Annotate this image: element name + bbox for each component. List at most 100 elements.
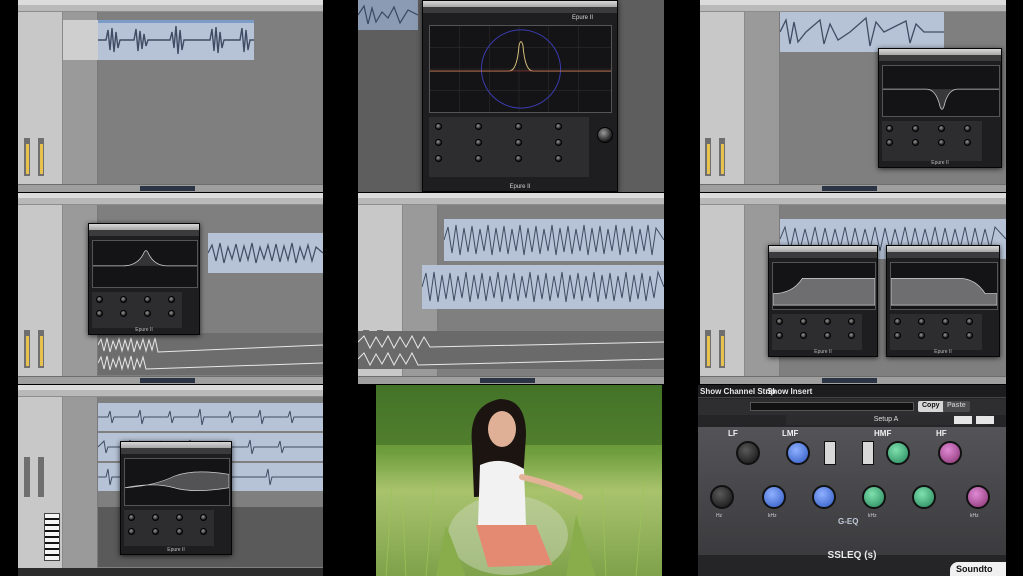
knob[interactable] [435, 139, 442, 146]
knob[interactable] [848, 318, 855, 325]
copy-button[interactable]: Copy [918, 401, 944, 412]
plugin-window[interactable]: Epure II [88, 223, 200, 335]
knob[interactable] [555, 155, 562, 162]
output-gain-knob[interactable] [597, 127, 613, 143]
knob[interactable] [942, 318, 949, 325]
piano-keyboard[interactable] [44, 513, 60, 561]
hmf-freq-knob[interactable] [862, 485, 886, 509]
knob[interactable] [966, 332, 973, 339]
plugin-controls-bar[interactable] [89, 230, 199, 236]
knob[interactable] [555, 123, 562, 130]
lf-gain-knob[interactable] [736, 441, 760, 465]
knob[interactable] [555, 139, 562, 146]
audio-region[interactable] [358, 331, 664, 369]
knob[interactable] [475, 139, 482, 146]
audio-region[interactable] [780, 12, 944, 52]
plugin-window[interactable]: Epure II [886, 245, 1000, 357]
toolbar[interactable] [18, 198, 323, 205]
hf-freq-knob[interactable] [966, 485, 990, 509]
knob[interactable] [776, 318, 783, 325]
eq-graph[interactable] [890, 262, 998, 310]
plugin-window[interactable]: Epure II [878, 48, 1002, 168]
knob[interactable] [168, 296, 175, 303]
audio-region[interactable] [358, 0, 418, 30]
hmf-q-knob[interactable] [912, 485, 936, 509]
hf-gain-knob[interactable] [938, 441, 962, 465]
knob[interactable] [966, 318, 973, 325]
knob[interactable] [144, 310, 151, 317]
plugin-controls-bar[interactable] [121, 448, 231, 454]
knob[interactable] [176, 528, 183, 535]
lmf-freq-knob[interactable] [762, 485, 786, 509]
knob[interactable] [128, 514, 135, 521]
knob[interactable] [942, 332, 949, 339]
track-list[interactable] [745, 12, 780, 184]
knob[interactable] [912, 139, 919, 146]
lf-freq-knob[interactable] [710, 485, 734, 509]
volume-fader[interactable] [721, 336, 724, 366]
knob[interactable] [200, 528, 207, 535]
knob[interactable] [515, 123, 522, 130]
knob[interactable] [435, 123, 442, 130]
knob[interactable] [918, 332, 925, 339]
knob[interactable] [96, 296, 103, 303]
lmf-q-switch[interactable] [824, 441, 836, 465]
lmf-gain-knob[interactable] [786, 441, 810, 465]
plugin-window[interactable]: Epure II [768, 245, 878, 357]
audio-region[interactable] [98, 20, 254, 60]
knob[interactable] [168, 310, 175, 317]
knob[interactable] [435, 155, 442, 162]
track-list[interactable] [63, 397, 98, 568]
knob[interactable] [938, 125, 945, 132]
hmf-gain-knob[interactable] [886, 441, 910, 465]
knob[interactable] [824, 318, 831, 325]
volume-fader[interactable] [40, 144, 43, 174]
plugin-controls-bar[interactable] [887, 252, 999, 258]
knob[interactable] [776, 332, 783, 339]
knob[interactable] [152, 528, 159, 535]
knob[interactable] [176, 514, 183, 521]
knob[interactable] [938, 139, 945, 146]
knob[interactable] [515, 139, 522, 146]
transport-bar[interactable] [700, 376, 1006, 384]
knob[interactable] [912, 125, 919, 132]
arrange-area[interactable] [358, 205, 664, 376]
arrange-area[interactable] [63, 12, 323, 184]
volume-fader[interactable] [721, 144, 724, 174]
volume-fader[interactable] [707, 144, 710, 174]
knob[interactable] [848, 332, 855, 339]
knob[interactable] [200, 514, 207, 521]
knob[interactable] [152, 514, 159, 521]
knob[interactable] [475, 123, 482, 130]
knob[interactable] [886, 139, 893, 146]
knob[interactable] [800, 332, 807, 339]
knob[interactable] [894, 332, 901, 339]
eq-graph[interactable] [772, 262, 876, 310]
knob[interactable] [918, 318, 925, 325]
show-insert-button[interactable]: Show Insert [767, 387, 812, 396]
knob[interactable] [800, 318, 807, 325]
knob[interactable] [120, 310, 127, 317]
knob[interactable] [475, 155, 482, 162]
plugin-controls-bar[interactable] [423, 7, 617, 13]
audio-region[interactable] [98, 333, 323, 375]
volume-fader[interactable] [26, 144, 29, 174]
transport-bar[interactable] [18, 184, 323, 192]
plugin-window[interactable]: Epure II [120, 441, 232, 555]
toolbar[interactable] [700, 5, 1006, 12]
lmf-q-knob[interactable] [812, 485, 836, 509]
show-channel-strip-button[interactable]: Show Channel Strip [700, 387, 776, 396]
knob[interactable] [96, 310, 103, 317]
audio-region[interactable] [422, 265, 664, 309]
knob[interactable] [515, 155, 522, 162]
audio-region[interactable] [98, 403, 323, 431]
volume-fader[interactable] [26, 336, 29, 366]
eq-graph[interactable] [429, 25, 612, 113]
audio-region[interactable] [208, 233, 323, 273]
toolbar[interactable] [358, 198, 664, 205]
preset-selector[interactable] [750, 402, 914, 411]
knob[interactable] [894, 318, 901, 325]
eq-graph[interactable] [92, 240, 198, 288]
toolbar[interactable] [18, 5, 323, 12]
knob[interactable] [120, 296, 127, 303]
